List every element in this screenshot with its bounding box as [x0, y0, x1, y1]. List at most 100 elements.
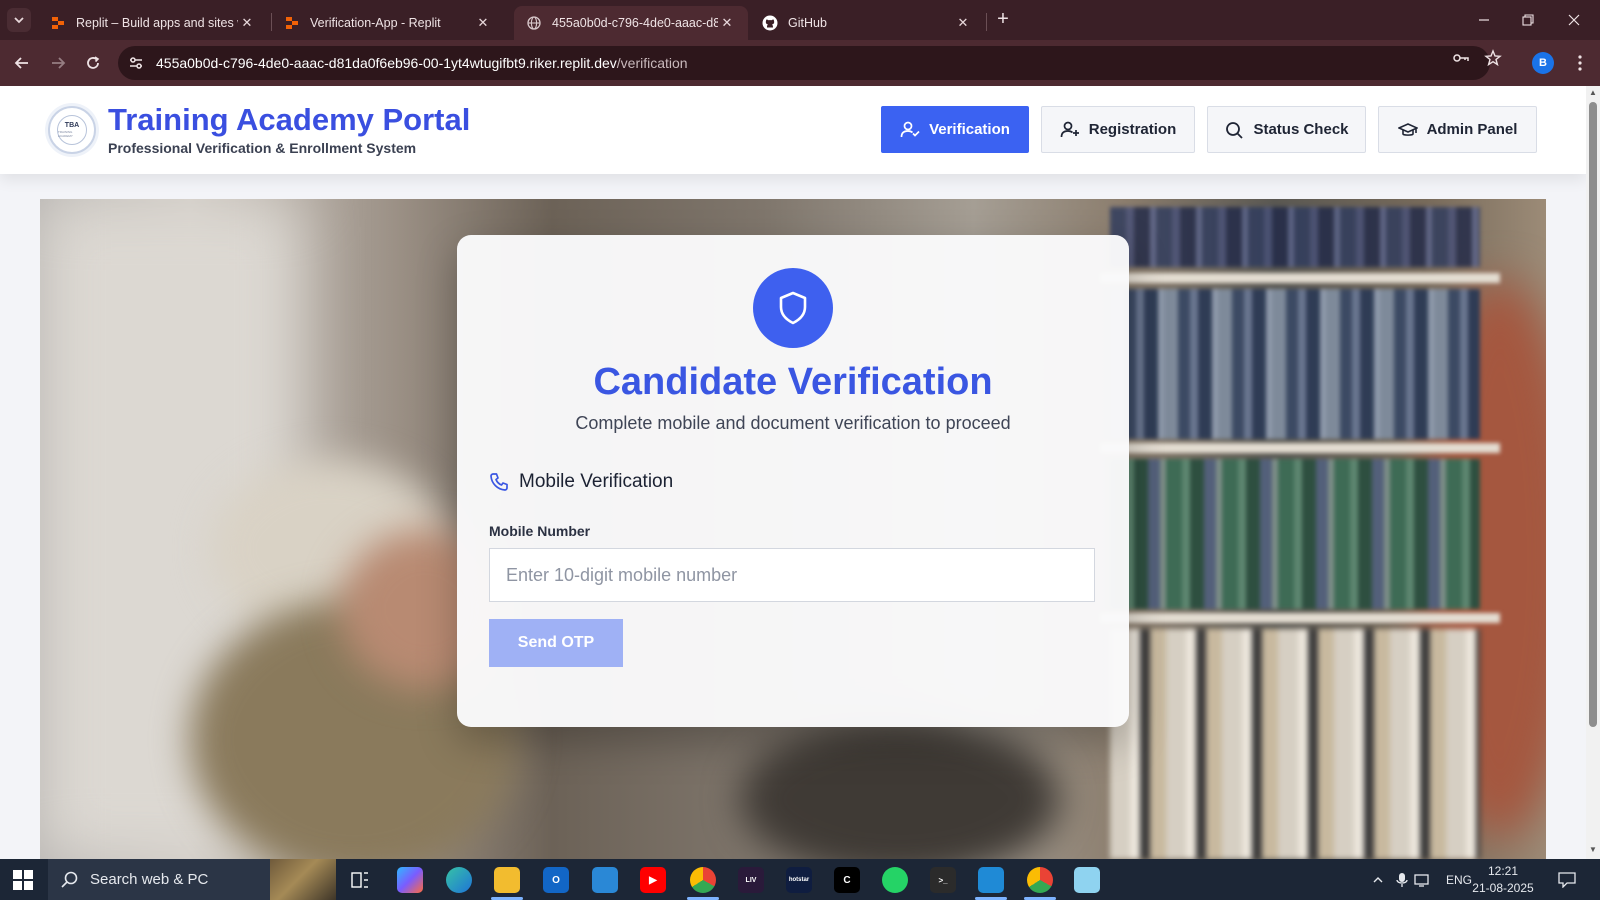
site-title: Training Academy Portal — [108, 102, 471, 137]
card-subtitle: Complete mobile and document verificatio… — [575, 413, 1011, 433]
address-bar[interactable]: 455a0b0d-c796-4de0-aaac-d81da0f6eb96-00-… — [118, 46, 1490, 80]
hotstar-icon[interactable]: hotstar — [786, 867, 812, 893]
language-indicator[interactable]: ENG — [1446, 859, 1472, 900]
scroll-up-arrow-icon[interactable]: ▲ — [1589, 89, 1597, 97]
network-icon[interactable] — [1414, 859, 1432, 900]
user-check-icon — [900, 121, 920, 137]
copilot-icon[interactable] — [397, 867, 423, 893]
page-viewport: TBA TRAINING ACADEMY Training Academy Po… — [0, 86, 1586, 859]
scroll-down-arrow-icon[interactable]: ▼ — [1589, 846, 1597, 854]
nav-registration[interactable]: Registration — [1041, 106, 1195, 153]
shelf-board — [1100, 273, 1500, 283]
send-otp-button[interactable]: Send OTP — [489, 619, 623, 667]
restore-icon — [1522, 14, 1534, 26]
taskbar-clock[interactable]: 12:21 21-08-2025 — [1470, 863, 1536, 897]
reload-button[interactable] — [81, 51, 105, 75]
logo-seal: TBA TRAINING ACADEMY — [57, 115, 87, 145]
arrow-left-icon — [14, 57, 28, 69]
windows-taskbar: Search web & PC O ▶ LIV hotstar C >_ ENG… — [0, 859, 1600, 900]
outlook-icon[interactable]: O — [543, 867, 569, 893]
close-icon[interactable]: ✕ — [718, 14, 736, 32]
close-icon[interactable]: ✕ — [474, 14, 492, 32]
microphone-icon[interactable] — [1396, 859, 1408, 900]
app-icon[interactable]: C — [834, 867, 860, 893]
url-text: 455a0b0d-c796-4de0-aaac-d81da0f6eb96-00-… — [156, 55, 688, 71]
site-settings-icon[interactable] — [128, 55, 144, 71]
windows-logo-icon — [13, 870, 33, 890]
url-host: 455a0b0d-c796-4de0-aaac-d81da0f6eb96-00-… — [156, 55, 617, 71]
notepad-icon[interactable] — [1074, 867, 1100, 893]
start-button[interactable] — [12, 869, 34, 891]
logo-abbr: TBA — [64, 122, 80, 129]
shield-badge — [753, 268, 833, 348]
restore-button[interactable] — [1508, 6, 1548, 34]
browser-tab[interactable]: GitHub ✕ — [750, 6, 984, 40]
reload-icon — [87, 56, 100, 69]
task-view-icon[interactable] — [347, 867, 373, 893]
mobile-number-label: Mobile Number — [489, 523, 591, 539]
tab-title: 455a0b0d-c796-4de0-aaac-d81 — [552, 16, 718, 30]
page-scrollbar[interactable]: ▲ ▼ — [1586, 86, 1600, 859]
section-title: Mobile Verification — [519, 471, 674, 492]
mobile-verification-heading: Mobile Verification — [489, 471, 673, 493]
mobile-number-input[interactable] — [489, 548, 1095, 602]
replit-icon — [284, 15, 300, 31]
url-path: /verification — [616, 55, 688, 71]
tab-divider — [986, 13, 987, 31]
back-button[interactable] — [10, 51, 34, 75]
close-icon — [1568, 14, 1580, 26]
verification-card: Candidate Verification Complete mobile a… — [457, 235, 1129, 727]
edge-browser-icon[interactable] — [446, 867, 472, 893]
terminal-icon[interactable]: >_ — [930, 867, 956, 893]
chrome-profile-icon[interactable] — [1027, 867, 1053, 893]
nav-admin-panel[interactable]: Admin Panel — [1378, 106, 1537, 153]
nav-label: Registration — [1088, 121, 1177, 138]
bookmark-star-icon[interactable] — [1484, 49, 1502, 67]
site-subtitle: Professional Verification & Enrollment S… — [108, 140, 417, 156]
browser-tab[interactable]: Verification-App - Replit ✕ — [272, 6, 504, 40]
youtube-icon[interactable]: ▶ — [640, 867, 666, 893]
academy-logo[interactable]: TBA TRAINING ACADEMY — [48, 106, 96, 154]
site-header: TBA TRAINING ACADEMY Training Academy Po… — [0, 86, 1586, 174]
bookshelf-row — [1110, 289, 1480, 439]
tab-title: GitHub — [788, 16, 827, 30]
more-vertical-icon — [1578, 55, 1582, 71]
shield-icon — [779, 291, 807, 325]
password-key-icon[interactable] — [1452, 49, 1470, 67]
chrome-icon[interactable] — [690, 867, 716, 893]
shelf-board — [1100, 443, 1500, 453]
whatsapp-icon[interactable] — [882, 867, 908, 893]
browser-tab-active[interactable]: 455a0b0d-c796-4de0-aaac-d81 ✕ — [514, 6, 748, 40]
vscode-icon[interactable] — [978, 867, 1004, 893]
close-icon[interactable]: ✕ — [238, 14, 256, 32]
nav-status-check[interactable]: Status Check — [1207, 106, 1366, 153]
store-icon[interactable] — [592, 867, 618, 893]
phone-icon — [490, 473, 508, 491]
minimize-button[interactable] — [1464, 6, 1504, 34]
window-close-button[interactable] — [1554, 6, 1594, 34]
forward-button[interactable] — [46, 51, 70, 75]
file-explorer-icon[interactable] — [494, 867, 520, 893]
nav-label: Admin Panel — [1426, 121, 1518, 138]
notifications-icon[interactable] — [1558, 859, 1576, 900]
nav-verification[interactable]: Verification — [881, 106, 1029, 153]
sonyliv-icon[interactable]: LIV — [738, 867, 764, 893]
new-tab-button[interactable]: + — [992, 9, 1014, 31]
browser-tab[interactable]: Replit – Build apps and sites wit ✕ — [38, 6, 268, 40]
search-highlight-image — [270, 859, 336, 900]
tab-search-button[interactable] — [7, 8, 31, 32]
profile-avatar[interactable]: B — [1532, 52, 1554, 74]
search-icon — [61, 871, 78, 888]
browser-toolbar: 455a0b0d-c796-4de0-aaac-d81da0f6eb96-00-… — [0, 40, 1600, 86]
arrow-right-icon — [52, 57, 66, 69]
chevron-up-icon — [1373, 876, 1383, 882]
globe-icon — [526, 15, 542, 31]
show-hidden-icons-button[interactable] — [1372, 859, 1384, 900]
close-icon[interactable]: ✕ — [954, 14, 972, 32]
person-shape — [740, 719, 1060, 859]
taskbar-search-box[interactable]: Search web & PC — [48, 859, 336, 900]
scrollbar-thumb[interactable] — [1589, 102, 1597, 727]
shelf-board — [1100, 613, 1500, 623]
user-plus-icon — [1060, 121, 1079, 137]
browser-menu-button[interactable] — [1570, 52, 1590, 74]
